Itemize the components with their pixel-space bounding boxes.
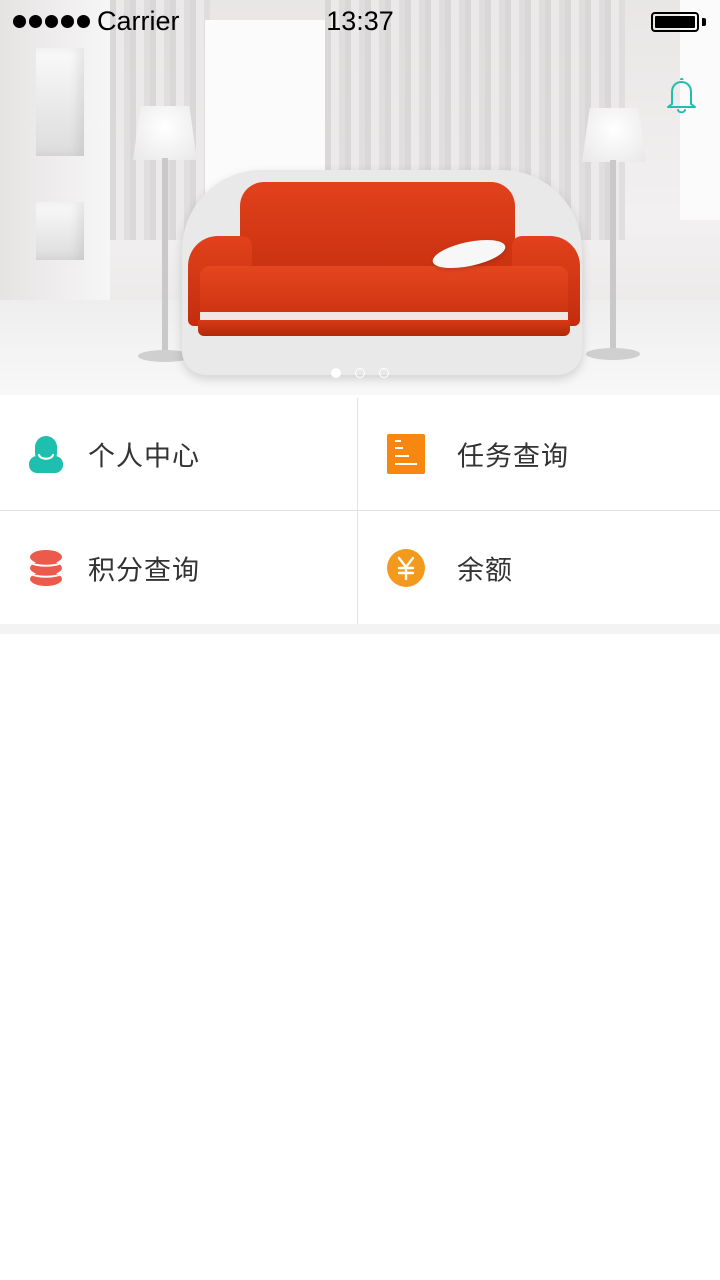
banner-wall-niche bbox=[36, 48, 84, 156]
status-bar: Carrier 13:37 bbox=[0, 0, 720, 44]
floor-lamp-right bbox=[582, 108, 646, 162]
floor-lamp-right-base bbox=[586, 348, 640, 360]
floor-lamp-left bbox=[133, 106, 197, 160]
carousel-dot-3[interactable] bbox=[379, 368, 389, 378]
menu-item-personal-center[interactable]: 个人中心 bbox=[0, 398, 358, 511]
carousel-page-indicator bbox=[0, 368, 720, 378]
menu-item-task-query[interactable]: 任务查询 bbox=[358, 398, 720, 511]
carousel-dot-1[interactable] bbox=[331, 368, 341, 378]
battery-tip bbox=[702, 18, 706, 26]
clock-time: 13:37 bbox=[326, 6, 394, 36]
banner-carousel[interactable] bbox=[0, 0, 720, 395]
floor-lamp-left-pole bbox=[162, 158, 168, 356]
document-icon bbox=[387, 434, 425, 474]
yuan-coin-icon bbox=[387, 548, 425, 587]
menu-item-label: 余额 bbox=[457, 555, 513, 586]
battery-icon bbox=[651, 12, 699, 32]
carousel-dot-2[interactable] bbox=[355, 368, 365, 378]
sofa-skirt bbox=[198, 320, 570, 336]
banner-wall-niche bbox=[36, 202, 84, 260]
menu-grid: 个人中心 任务查询 积分查询 余额 bbox=[0, 398, 720, 624]
menu-item-label: 任务查询 bbox=[457, 441, 569, 473]
menu-item-label: 个人中心 bbox=[88, 441, 200, 473]
floor-lamp-right-pole bbox=[610, 160, 616, 354]
menu-item-balance[interactable]: 余额 bbox=[358, 511, 720, 624]
person-icon bbox=[29, 436, 63, 473]
sofa-trim bbox=[200, 312, 568, 320]
coins-stack-icon bbox=[29, 549, 63, 586]
bell-icon[interactable] bbox=[662, 76, 700, 116]
menu-item-points-query[interactable]: 积分查询 bbox=[0, 511, 358, 624]
section-divider bbox=[0, 624, 720, 634]
menu-item-label: 积分查询 bbox=[88, 555, 200, 586]
